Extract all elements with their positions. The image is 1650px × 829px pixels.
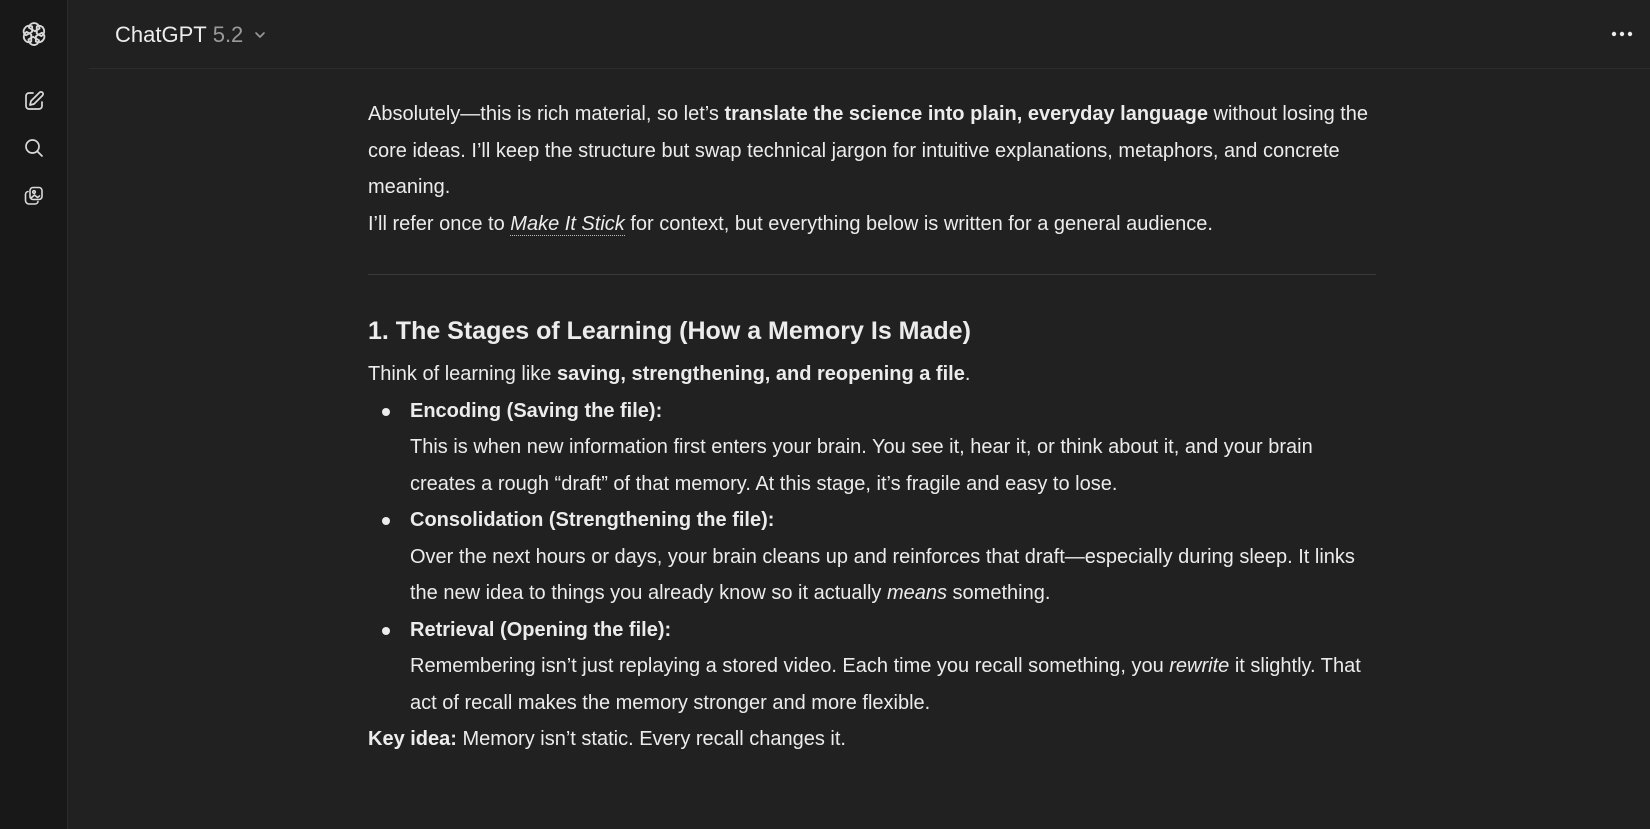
model-selector[interactable]: ChatGPT 5.2 <box>111 18 272 52</box>
list-item: Consolidation (Strengthening the file): … <box>368 502 1378 612</box>
section-intro: Think of learning like saving, strengthe… <box>368 356 1378 393</box>
text-span: This is when new information first enter… <box>410 436 1313 495</box>
text-span: I’ll refer once to <box>368 212 511 235</box>
text-span: for context, but everything below is wri… <box>624 212 1213 235</box>
text-span: something. <box>946 582 1051 604</box>
more-options-button[interactable] <box>1604 18 1640 50</box>
top-header: ChatGPT 5.2 <box>89 0 1650 69</box>
bold-text: saving, strengthening, and reopening a f… <box>556 363 965 385</box>
message-paragraph: Absolutely—this is rich material, so let… <box>368 96 1378 206</box>
library-icon[interactable] <box>16 178 52 214</box>
list-item-term: Encoding (Saving the file): <box>410 399 663 422</box>
bold-text: translate the science into plain, everyd… <box>724 103 1208 125</box>
compose-icon[interactable] <box>16 83 52 119</box>
key-idea: Key idea: Memory isn’t static. Every rec… <box>368 721 1378 758</box>
book-title-link[interactable]: Make It Stick <box>510 212 625 236</box>
assistant-message: Absolutely—this is rich material, so let… <box>368 96 1378 758</box>
text-span: Think of learning like <box>368 363 557 385</box>
italic-text: rewrite <box>1169 655 1230 677</box>
sidebar-rail <box>0 0 68 829</box>
text-span: Over the next hours or days, your brain … <box>410 545 1355 605</box>
app-window: ChatGPT 5.2 Absolutely—this is rich mate… <box>0 0 1650 829</box>
list-item: Retrieval (Opening the file): Rememberin… <box>368 612 1378 722</box>
model-name: ChatGPT <box>115 22 207 47</box>
chevron-down-icon <box>255 32 266 38</box>
stages-list: Encoding (Saving the file): This is when… <box>368 393 1378 722</box>
section-divider <box>368 274 1376 275</box>
ellipsis-icon <box>1611 31 1633 37</box>
section-heading: 1. The Stages of Learning (How a Memory … <box>368 317 971 345</box>
search-icon[interactable] <box>16 130 52 166</box>
model-version: 5.2 <box>212 22 244 47</box>
message-paragraph: I’ll refer once to Make It Stick for con… <box>368 206 1378 243</box>
list-item-term: Consolidation (Strengthening the file): <box>410 509 775 531</box>
key-idea-label: Key idea: <box>368 728 457 750</box>
list-item-description: Over the next hours or days, your brain … <box>410 539 1378 612</box>
italic-text: means <box>886 582 947 604</box>
key-idea-text: Memory isn’t static. Every recall change… <box>456 728 846 750</box>
list-item-description: This is when new information first enter… <box>410 429 1378 502</box>
openai-logo-icon[interactable] <box>16 16 52 52</box>
text-span: Absolutely—this is rich material, so let… <box>368 103 725 125</box>
text-span: Remembering isn’t just replaying a store… <box>410 655 1170 677</box>
text-span: . <box>964 363 971 385</box>
list-item-term: Retrieval (Opening the file): <box>410 618 672 641</box>
list-item: Encoding (Saving the file): This is when… <box>368 393 1378 503</box>
list-item-description: Remembering isn’t just replaying a store… <box>410 648 1378 721</box>
